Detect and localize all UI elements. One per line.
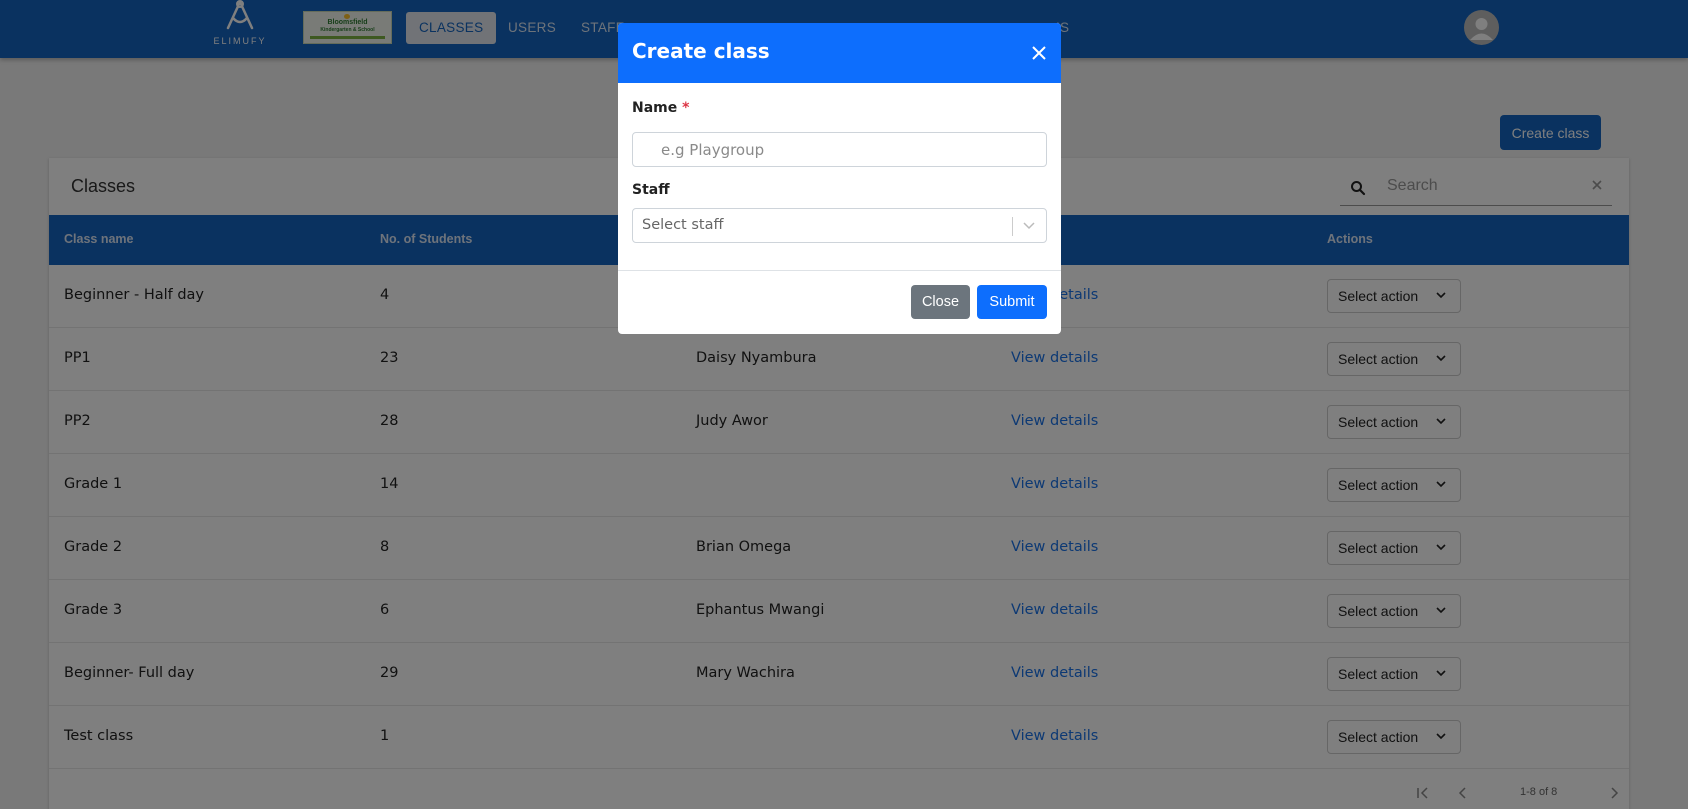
submit-button[interactable]: Submit	[977, 285, 1047, 319]
chevron-down-icon	[1023, 222, 1035, 230]
staff-select[interactable]: Select staff	[632, 208, 1047, 243]
staff-select-placeholder: Select staff	[642, 217, 724, 233]
name-label: Name *	[632, 100, 689, 116]
modal-title: Create class	[632, 39, 770, 63]
close-icon[interactable]	[1030, 44, 1048, 62]
close-button[interactable]: Close	[911, 285, 970, 319]
staff-label: Staff	[632, 182, 670, 198]
class-name-input[interactable]	[632, 132, 1047, 167]
name-label-text: Name	[632, 100, 678, 116]
required-mark: *	[682, 100, 690, 116]
modal-footer-divider	[618, 270, 1061, 271]
select-separator	[1012, 217, 1013, 236]
create-class-modal: Create class Name * Staff Select staff C…	[618, 23, 1061, 334]
modal-header: Create class	[618, 23, 1061, 83]
